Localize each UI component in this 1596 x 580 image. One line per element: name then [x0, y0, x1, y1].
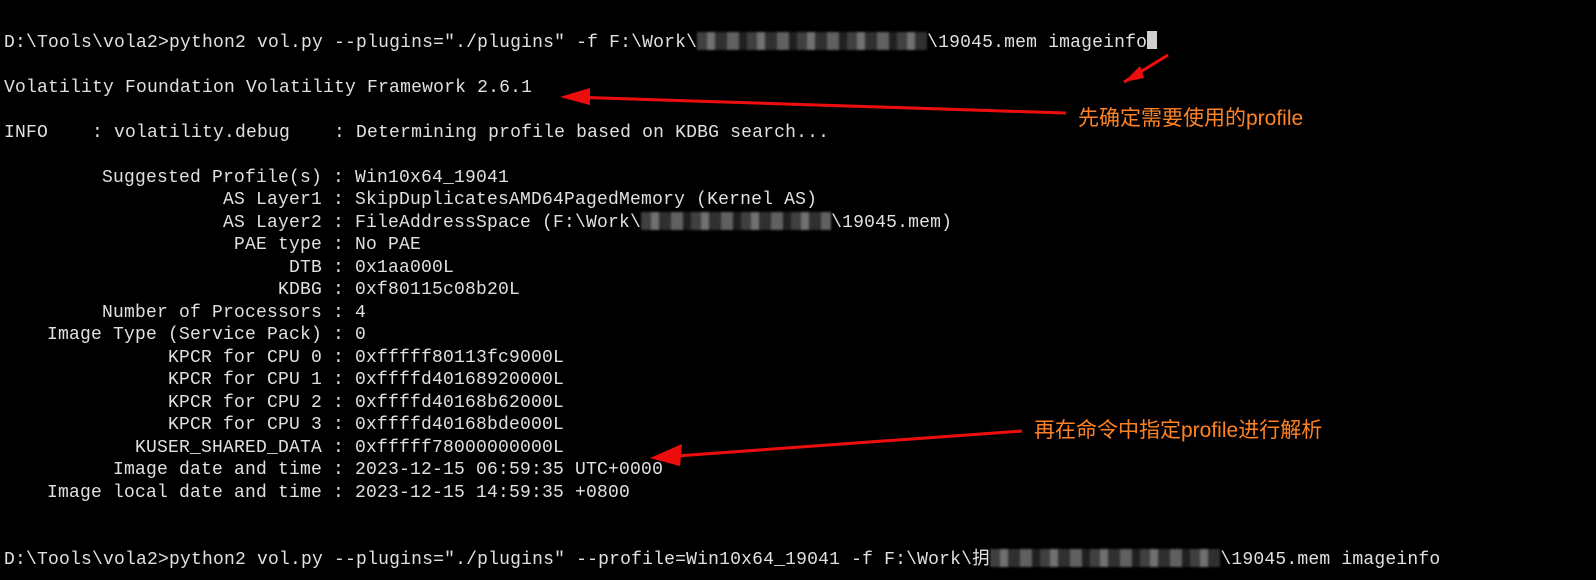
terminal-output[interactable]: D:\Tools\vola2>python2 vol.py --plugins=…: [0, 0, 1596, 580]
info-line: INFO : volatility.debug : Determining pr…: [4, 122, 1596, 145]
field-numproc: Number of Processors : 4: [4, 303, 366, 323]
field-kpcr3: KPCR for CPU 3 : 0xffffd40168bde000L: [4, 415, 564, 435]
command-line-2: D:\Tools\vola2>python2 vol.py --plugins=…: [4, 549, 1596, 572]
annotation-1: 先确定需要使用的profile: [1078, 102, 1303, 132]
field-kpcr2: KPCR for CPU 2 : 0xffffd40168b62000L: [4, 393, 564, 413]
field-kdbg: KDBG : 0xf80115c08b20L: [4, 280, 520, 300]
field-imgtype: Image Type (Service Pack) : 0: [4, 325, 366, 345]
redacted-chunk: [990, 549, 1220, 567]
field-image-dt: Image date and time : 2023-12-15 06:59:3…: [4, 460, 663, 480]
cursor-icon: [1147, 31, 1157, 49]
prompt-path: D:\Tools\vola2>: [4, 550, 169, 570]
prompt-path: D:\Tools\vola2>: [4, 33, 169, 53]
command-line-1: D:\Tools\vola2>python2 vol.py --plugins=…: [4, 31, 1596, 55]
field-suggested-profile: Suggested Profile(s) : Win10x64_19041: [4, 168, 509, 188]
redacted-chunk: [697, 32, 927, 50]
field-kpcr1: KPCR for CPU 1 : 0xffffd40168920000L: [4, 370, 564, 390]
field-kuser: KUSER_SHARED_DATA : 0xfffff78000000000L: [4, 438, 564, 458]
field-dtb: DTB : 0x1aa000L: [4, 258, 454, 278]
field-as-layer1: AS Layer1 : SkipDuplicatesAMD64PagedMemo…: [4, 190, 817, 210]
annotation-2: 再在命令中指定profile进行解析: [1034, 414, 1322, 444]
command-text-b: \19045.mem imageinfo: [927, 33, 1147, 53]
field-as-layer2: AS Layer2 : FileAddressSpace (F:\Work\\1…: [4, 213, 952, 233]
redacted-chunk: [641, 212, 831, 230]
field-image-local-dt: Image local date and time : 2023-12-15 1…: [4, 483, 630, 503]
field-kpcr0: KPCR for CPU 0 : 0xfffff80113fc9000L: [4, 348, 564, 368]
command-text-a: python2 vol.py --plugins="./plugins" -f …: [169, 33, 697, 53]
field-pae: PAE type : No PAE: [4, 235, 421, 255]
blank-line: [4, 504, 1596, 527]
command-text-a: python2 vol.py --plugins="./plugins" --p…: [169, 550, 990, 570]
banner-line: Volatility Foundation Volatility Framewo…: [4, 77, 1596, 100]
command-text-b: \19045.mem imageinfo: [1220, 550, 1440, 570]
